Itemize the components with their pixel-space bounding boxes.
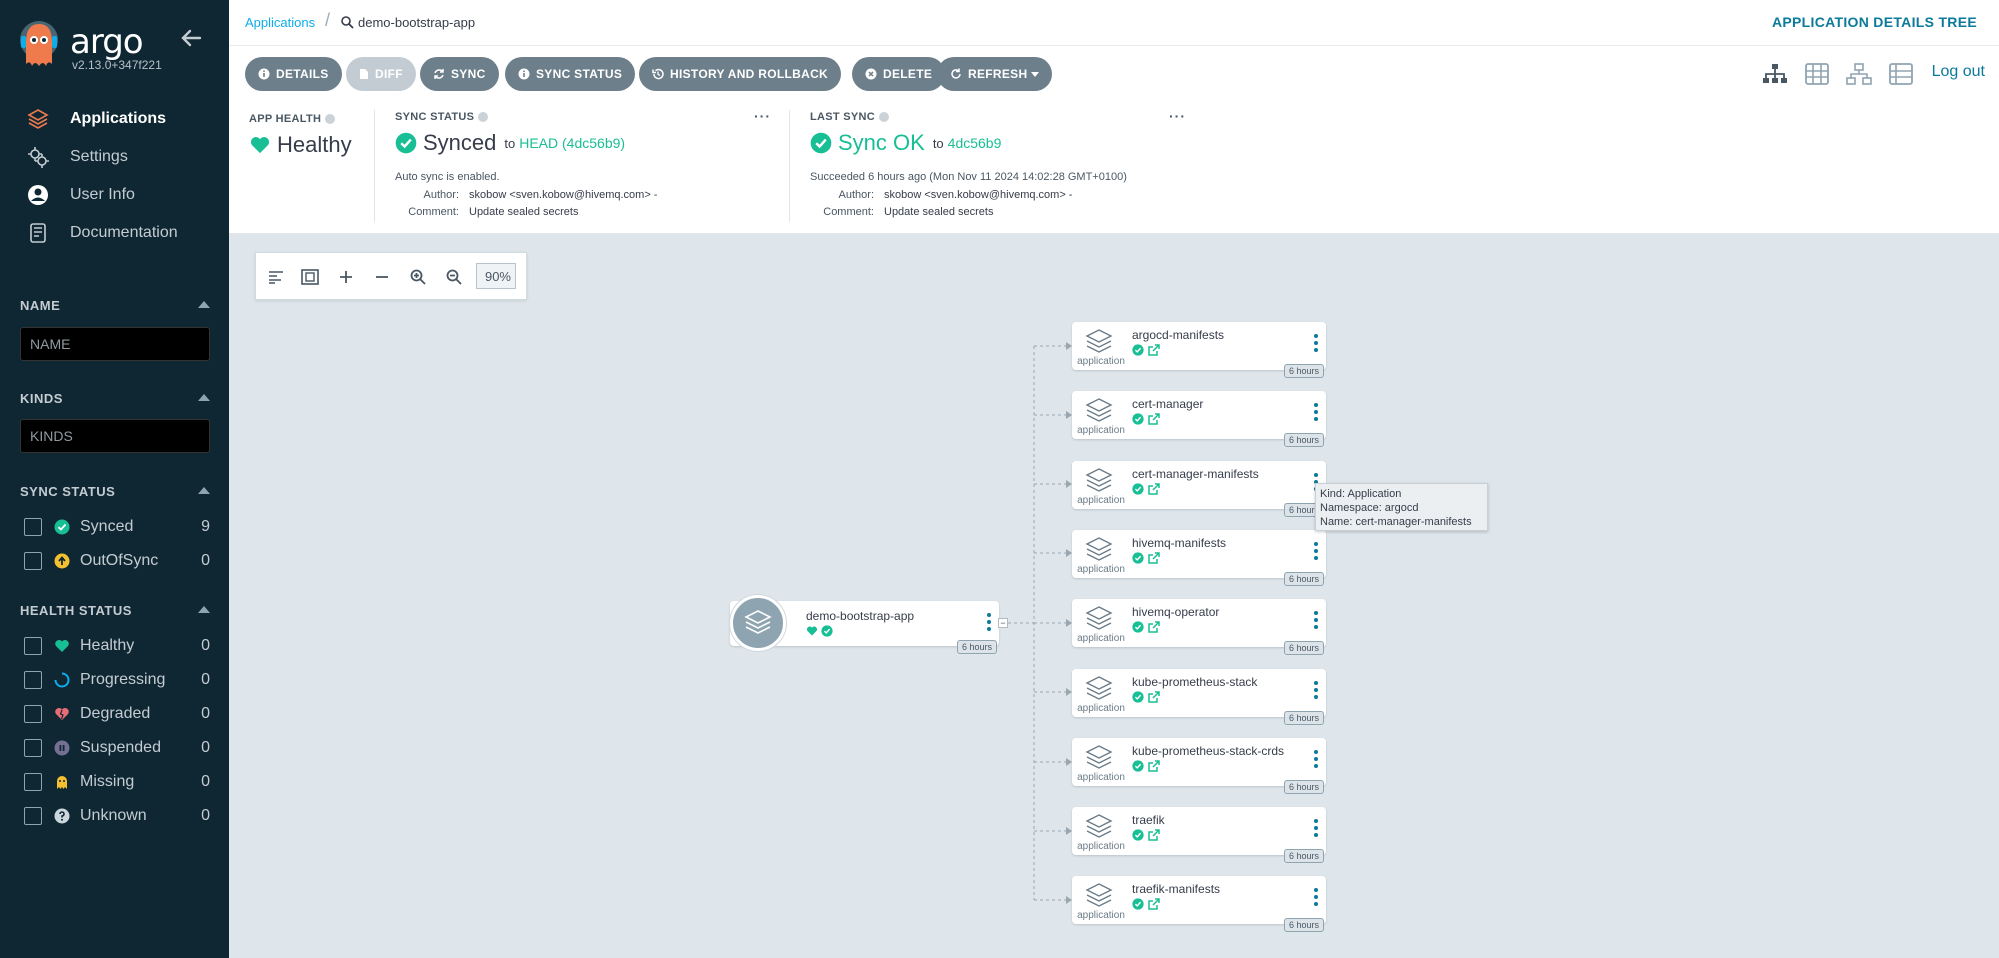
external-link-icon[interactable] — [1148, 552, 1160, 564]
node-kind: application — [1077, 772, 1125, 783]
node-status — [806, 625, 836, 637]
kebab-menu-icon[interactable] — [1314, 819, 1318, 837]
check-circle-icon — [1132, 760, 1144, 772]
child-app-node[interactable]: application traefik-manifests 6 hours — [1072, 876, 1326, 932]
node-kind: application — [1077, 841, 1125, 852]
child-app-node[interactable]: application argocd-manifests 6 hours — [1072, 322, 1326, 378]
kebab-menu-icon[interactable] — [1314, 403, 1318, 421]
check-circle-icon — [1132, 552, 1144, 564]
kebab-menu-icon[interactable] — [1314, 888, 1318, 906]
child-app-node[interactable]: application cert-manager 6 hours — [1072, 391, 1326, 447]
node-tooltip: Kind: Application Namespace: argocd Name… — [1315, 483, 1488, 531]
node-name: argocd-manifests — [1132, 328, 1225, 342]
node-kind: application — [1077, 495, 1125, 506]
node-name: traefik-manifests — [1132, 882, 1221, 896]
node-status — [1132, 621, 1164, 633]
check-circle-icon — [1132, 344, 1144, 356]
age-badge: 6 hours — [1283, 433, 1324, 447]
child-app-node[interactable]: application hivemq-manifests 6 hours — [1072, 530, 1326, 586]
heart-icon — [806, 625, 818, 637]
node-name: traefik — [1132, 813, 1165, 827]
node-status — [1132, 898, 1164, 910]
external-link-icon[interactable] — [1148, 413, 1160, 425]
node-kind: application — [1077, 910, 1125, 921]
kebab-menu-icon[interactable] — [1314, 334, 1318, 352]
app-stack-icon — [1085, 537, 1113, 561]
node-kind: application — [1077, 633, 1125, 644]
external-link-icon[interactable] — [1148, 760, 1160, 772]
node-name: demo-bootstrap-app — [806, 609, 915, 623]
app-stack-icon — [1085, 329, 1113, 353]
node-name: kube-prometheus-stack — [1132, 675, 1258, 689]
app-stack-icon — [730, 595, 786, 651]
child-app-node[interactable]: application hivemq-operator 6 hours — [1072, 599, 1326, 655]
age-badge: 6 hours — [1283, 918, 1324, 932]
external-link-icon[interactable] — [1148, 621, 1160, 633]
app-stack-icon — [1085, 814, 1113, 838]
node-name: hivemq-manifests — [1132, 536, 1227, 550]
external-link-icon[interactable] — [1148, 483, 1160, 495]
child-app-node[interactable]: application kube-prometheus-stack-crds 6… — [1072, 738, 1326, 794]
external-link-icon[interactable] — [1148, 829, 1160, 841]
node-status — [1132, 344, 1164, 356]
check-circle-icon — [1132, 413, 1144, 425]
app-stack-icon — [1085, 468, 1113, 492]
node-kind: application — [1077, 356, 1125, 367]
age-badge: 6 hours — [1283, 364, 1324, 378]
app-stack-icon — [1085, 745, 1113, 769]
app-stack-icon — [1085, 676, 1113, 700]
age-badge: 6 hours — [1283, 572, 1324, 586]
kebab-menu-icon[interactable] — [987, 613, 991, 631]
node-kind: application — [1077, 564, 1125, 575]
node-status — [1132, 483, 1164, 495]
age-badge: 6 hours — [1283, 849, 1324, 863]
app-stack-icon — [1085, 883, 1113, 907]
node-status — [1132, 760, 1164, 772]
kebab-menu-icon[interactable] — [1314, 611, 1318, 629]
node-status — [1132, 691, 1164, 703]
child-app-node[interactable]: application cert-manager-manifests 6 hou… — [1072, 461, 1326, 517]
check-circle-icon — [1132, 483, 1144, 495]
collapse-node-icon[interactable]: − — [998, 618, 1008, 628]
kebab-menu-icon[interactable] — [1314, 681, 1318, 699]
node-name: kube-prometheus-stack-crds — [1132, 744, 1285, 758]
node-kind: application — [1077, 425, 1125, 436]
age-badge: 6 hours — [1283, 711, 1324, 725]
age-badge: 6 hours — [1283, 780, 1324, 794]
tree-edges — [1008, 342, 1072, 904]
check-circle-icon — [1132, 691, 1144, 703]
external-link-icon[interactable] — [1148, 898, 1160, 910]
node-name: cert-manager-manifests — [1132, 467, 1259, 481]
node-name: cert-manager — [1132, 397, 1204, 411]
child-app-node[interactable]: application traefik 6 hours — [1072, 807, 1326, 863]
child-app-node[interactable]: application kube-prometheus-stack 6 hour… — [1072, 669, 1326, 725]
kebab-menu-icon[interactable] — [1314, 542, 1318, 560]
root-app-node[interactable]: demo-bootstrap-app 6 hours — [730, 595, 999, 654]
node-status — [1132, 413, 1164, 425]
check-circle-icon — [1132, 621, 1144, 633]
node-status — [1132, 829, 1164, 841]
node-kind: application — [1077, 703, 1125, 714]
app-stack-icon — [1085, 398, 1113, 422]
check-circle-icon — [1132, 898, 1144, 910]
age-badge: 6 hours — [956, 640, 997, 654]
node-status — [1132, 552, 1164, 564]
kebab-menu-icon[interactable] — [1314, 750, 1318, 768]
node-name: hivemq-operator — [1132, 605, 1220, 619]
check-circle-icon — [1132, 829, 1144, 841]
external-link-icon[interactable] — [1148, 344, 1160, 356]
check-circle-icon — [821, 625, 833, 637]
external-link-icon[interactable] — [1148, 691, 1160, 703]
app-stack-icon — [1085, 606, 1113, 630]
age-badge: 6 hours — [1283, 641, 1324, 655]
